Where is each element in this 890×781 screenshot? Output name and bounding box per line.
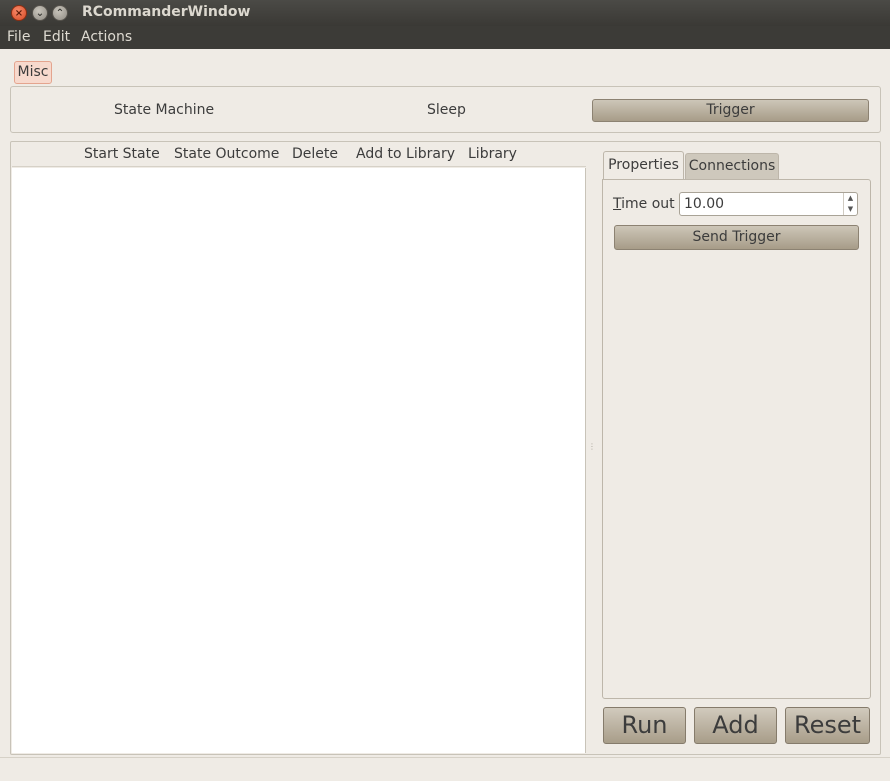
library-button[interactable]: Library [468, 146, 517, 162]
tab-connections[interactable]: Connections [685, 153, 779, 179]
timeout-input[interactable] [684, 195, 840, 213]
reset-button[interactable]: Reset [785, 707, 870, 744]
timeout-spinbox[interactable]: ▲ ▼ [679, 192, 858, 216]
add-button[interactable]: Add [694, 707, 777, 744]
menu-actions[interactable]: Actions [81, 29, 132, 45]
tab-misc[interactable]: Misc [14, 61, 52, 84]
start-state-button[interactable]: Start State [84, 146, 160, 162]
state-outcome-button[interactable]: State Outcome [174, 146, 279, 162]
status-bar [0, 757, 890, 781]
sleep-button[interactable]: Sleep [427, 102, 466, 118]
splitter-handle[interactable]: ⋮ [588, 443, 596, 453]
window-title: RCommanderWindow [82, 4, 251, 20]
trigger-button[interactable]: Trigger [592, 99, 869, 122]
add-to-library-button[interactable]: Add to Library [356, 146, 455, 162]
spin-arrows[interactable]: ▲ ▼ [843, 193, 857, 215]
properties-panel [602, 179, 871, 699]
title-bar: × ⌄ ⌃ RCommanderWindow [0, 0, 890, 26]
close-icon[interactable]: × [11, 5, 27, 21]
graph-canvas[interactable] [12, 168, 586, 753]
maximize-icon[interactable]: ⌃ [52, 5, 68, 21]
state-machine-button[interactable]: State Machine [114, 102, 214, 118]
send-trigger-button[interactable]: Send Trigger [614, 225, 859, 250]
minimize-icon[interactable]: ⌄ [32, 5, 48, 21]
menu-edit[interactable]: Edit [43, 29, 70, 45]
timeout-label: Time out [613, 196, 675, 212]
state-toolbar: Start State State Outcome Delete Add to … [12, 142, 586, 167]
spin-up-icon[interactable]: ▲ [844, 193, 857, 204]
menu-file[interactable]: File [7, 29, 30, 45]
spin-down-icon[interactable]: ▼ [844, 204, 857, 215]
tab-properties[interactable]: Properties [603, 151, 684, 179]
menu-bar: File Edit Actions [0, 26, 890, 49]
run-button[interactable]: Run [603, 707, 686, 744]
delete-button[interactable]: Delete [292, 146, 338, 162]
